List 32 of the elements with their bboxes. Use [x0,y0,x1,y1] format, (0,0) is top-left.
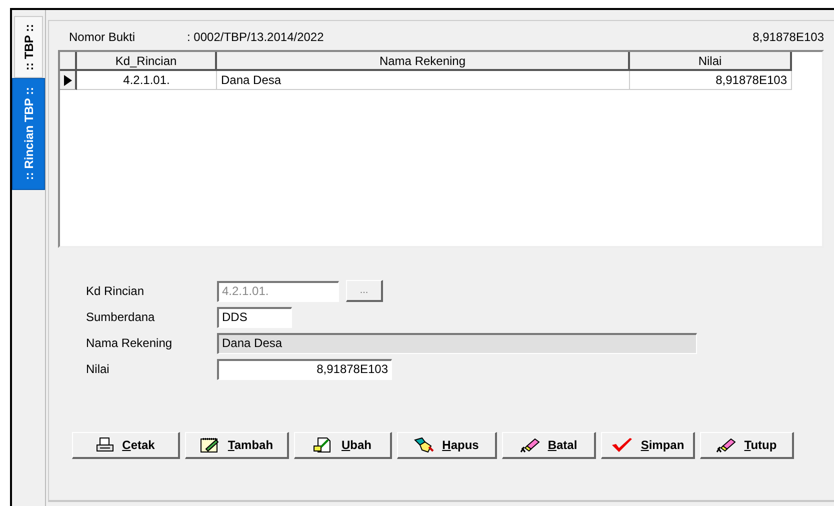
action-button[interactable]: Tutup [700,432,794,459]
input-field[interactable]: DDS [217,306,292,328]
action-button[interactable]: Ubah [294,432,392,459]
action-button[interactable]: Simpan [601,432,695,459]
pointer-icon [63,74,72,86]
field-label: Nomor Bukti [69,30,136,44]
action-button[interactable]: Cetak [72,432,180,459]
column-header[interactable]: Nama Rekening [217,52,630,71]
side-tab[interactable]: :: Rincian TBP :: [12,78,45,190]
action-button[interactable]: Hapus [397,432,497,459]
eraser-icon [520,437,540,453]
notepad-icon [200,437,220,453]
eraser-icon [716,437,736,453]
check-icon [610,437,633,453]
action-button[interactable]: Batal [502,432,596,459]
voucher-number: : 0002/TBP/13.2014/2022 [187,30,324,44]
action-button[interactable]: Tambah [185,432,289,459]
table-cell: 4.2.1.01. [77,71,217,90]
table-cell: 8,91878E103 [630,71,792,90]
field-label: Nama Rekening [86,336,174,350]
side-tab[interactable]: :: TBP :: [14,16,43,78]
column-header[interactable]: Kd_Rincian [77,52,217,71]
hand-icon [414,437,434,453]
column-header[interactable]: Nilai [630,52,792,71]
printer-icon [96,437,114,453]
document-icon [313,437,334,453]
field-label: Nilai [86,362,110,376]
table-cell: Dana Desa [217,71,630,90]
field-label: Kd Rincian [86,284,146,298]
field-label: Sumberdana [86,310,156,324]
input-field[interactable]: 8,91878E103 [217,358,392,380]
total-value: 8,91878E103 [752,30,824,44]
